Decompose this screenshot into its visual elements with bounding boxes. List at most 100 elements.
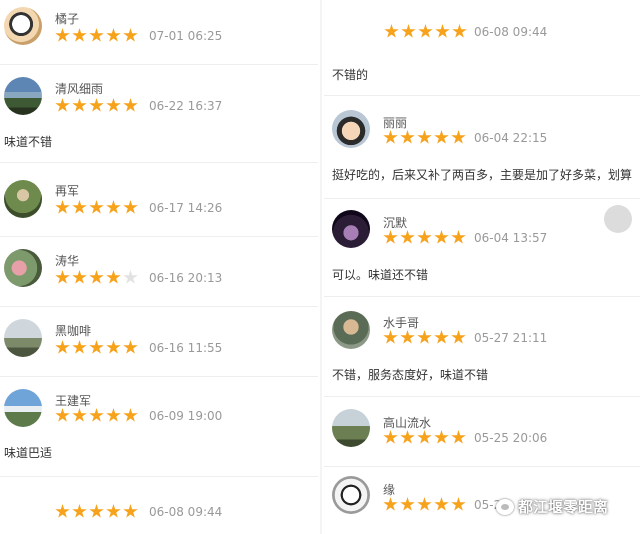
star-filled-icon	[55, 270, 70, 284]
star-filled-icon	[72, 98, 87, 112]
star-filled-icon	[55, 98, 70, 112]
rating-stars	[55, 200, 138, 215]
review-item[interactable]: 涛华 06-16 20:13	[0, 242, 318, 302]
review-time: 06-17 14:26	[149, 201, 223, 215]
rating-stars	[55, 408, 138, 423]
reviewer-name: 再军	[55, 184, 80, 198]
divider	[0, 162, 318, 163]
star-filled-icon	[400, 130, 415, 144]
review-item[interactable]: 黑咖啡 06-16 11:55	[0, 312, 318, 372]
star-filled-icon	[123, 200, 138, 214]
star-filled-icon	[434, 230, 449, 244]
star-filled-icon	[89, 504, 104, 518]
star-filled-icon	[72, 504, 87, 518]
star-filled-icon	[400, 430, 415, 444]
star-filled-icon	[435, 24, 450, 38]
review-item[interactable]: 06-08 09:44	[0, 494, 318, 534]
star-filled-icon	[106, 28, 121, 42]
star-filled-icon	[106, 98, 121, 112]
star-filled-icon	[106, 340, 121, 354]
review-comment: 可以。味道还不错	[332, 268, 429, 282]
divider	[0, 236, 318, 237]
reviewer-name: 橘子	[55, 12, 80, 26]
review-time: 06-08 09:44	[474, 25, 548, 39]
review-comment: 味道不错	[4, 135, 53, 149]
rating-stars	[55, 504, 138, 519]
review-time: 06-16 20:13	[149, 271, 223, 285]
rating-stars	[383, 330, 466, 345]
star-filled-icon	[55, 340, 70, 354]
star-filled-icon	[55, 28, 70, 42]
review-comment: 挺好吃的，后来又补了两百多，主要是加了好多菜，划算	[332, 168, 633, 182]
divider	[324, 466, 640, 467]
star-filled-icon	[451, 230, 466, 244]
review-item[interactable]: 06-08 09:44 不错的	[324, 0, 640, 90]
star-filled-icon	[106, 504, 121, 518]
star-filled-icon	[383, 430, 398, 444]
avatar[interactable]	[332, 311, 370, 349]
star-filled-icon	[89, 200, 104, 214]
review-item[interactable]: 橘子 07-01 06:25	[0, 0, 318, 60]
review-time: 06-08 09:44	[149, 505, 223, 519]
avatar[interactable]	[332, 409, 370, 447]
star-filled-icon	[384, 24, 399, 38]
star-filled-icon	[72, 200, 87, 214]
star-filled-icon	[106, 408, 121, 422]
avatar[interactable]	[4, 180, 42, 218]
avatar[interactable]	[4, 7, 42, 45]
star-filled-icon	[123, 408, 138, 422]
rating-stars	[383, 497, 466, 512]
star-filled-icon	[123, 504, 138, 518]
star-filled-icon	[55, 200, 70, 214]
rating-stars	[383, 230, 466, 245]
star-filled-icon	[434, 130, 449, 144]
avatar[interactable]	[332, 210, 370, 248]
star-filled-icon	[89, 270, 104, 284]
divider	[0, 64, 318, 65]
review-item[interactable]: 丽丽 06-04 22:15 挺好吃的，后来又补了两百多，主要是加了好多菜，划算	[324, 104, 640, 194]
review-comment: 味道巴适	[4, 446, 53, 460]
review-time: 05-27 21:11	[474, 331, 548, 345]
rating-stars	[55, 340, 138, 355]
rating-stars	[55, 28, 138, 43]
reviewer-name: 涛华	[55, 254, 80, 268]
reviewer-name: 黑咖啡	[55, 324, 92, 338]
review-comment: 不错，服务态度好，味道不错	[332, 368, 489, 382]
column-divider	[320, 0, 322, 534]
reviewer-name: 丽丽	[383, 116, 408, 130]
star-filled-icon	[55, 408, 70, 422]
review-item[interactable]: 清风细雨 06-22 16:37 味道不错	[0, 68, 318, 158]
review-time: 05-25 20:06	[474, 431, 548, 445]
avatar[interactable]	[4, 389, 42, 427]
star-filled-icon	[434, 430, 449, 444]
review-item[interactable]: 王建军 06-09 19:00 味道巴适	[0, 382, 318, 472]
divider	[324, 396, 640, 397]
divider	[0, 376, 318, 377]
star-filled-icon	[417, 497, 432, 511]
star-filled-icon	[452, 24, 467, 38]
avatar[interactable]	[4, 319, 42, 357]
divider	[0, 476, 318, 477]
star-filled-icon	[89, 340, 104, 354]
star-filled-icon	[123, 340, 138, 354]
star-filled-icon	[72, 408, 87, 422]
avatar[interactable]	[332, 110, 370, 148]
divider	[324, 198, 640, 199]
star-filled-icon	[417, 430, 432, 444]
review-item[interactable]: 沉默 06-04 13:57 可以。味道还不错	[324, 204, 640, 294]
avatar[interactable]	[332, 476, 370, 514]
reviewer-name: 王建军	[55, 394, 92, 408]
floating-scroll-button[interactable]	[604, 205, 632, 233]
avatar[interactable]	[4, 249, 42, 287]
star-filled-icon	[383, 230, 398, 244]
star-filled-icon	[451, 430, 466, 444]
star-filled-icon	[417, 330, 432, 344]
star-filled-icon	[417, 230, 432, 244]
wechat-icon	[496, 498, 514, 515]
avatar[interactable]	[4, 77, 42, 115]
review-item[interactable]: 水手哥 05-27 21:11 不错，服务态度好，味道不错	[324, 304, 640, 394]
star-filled-icon	[400, 330, 415, 344]
review-item[interactable]: 高山流水 05-25 20:06	[324, 404, 640, 464]
review-item[interactable]: 再军 06-17 14:26	[0, 172, 318, 232]
star-filled-icon	[89, 408, 104, 422]
